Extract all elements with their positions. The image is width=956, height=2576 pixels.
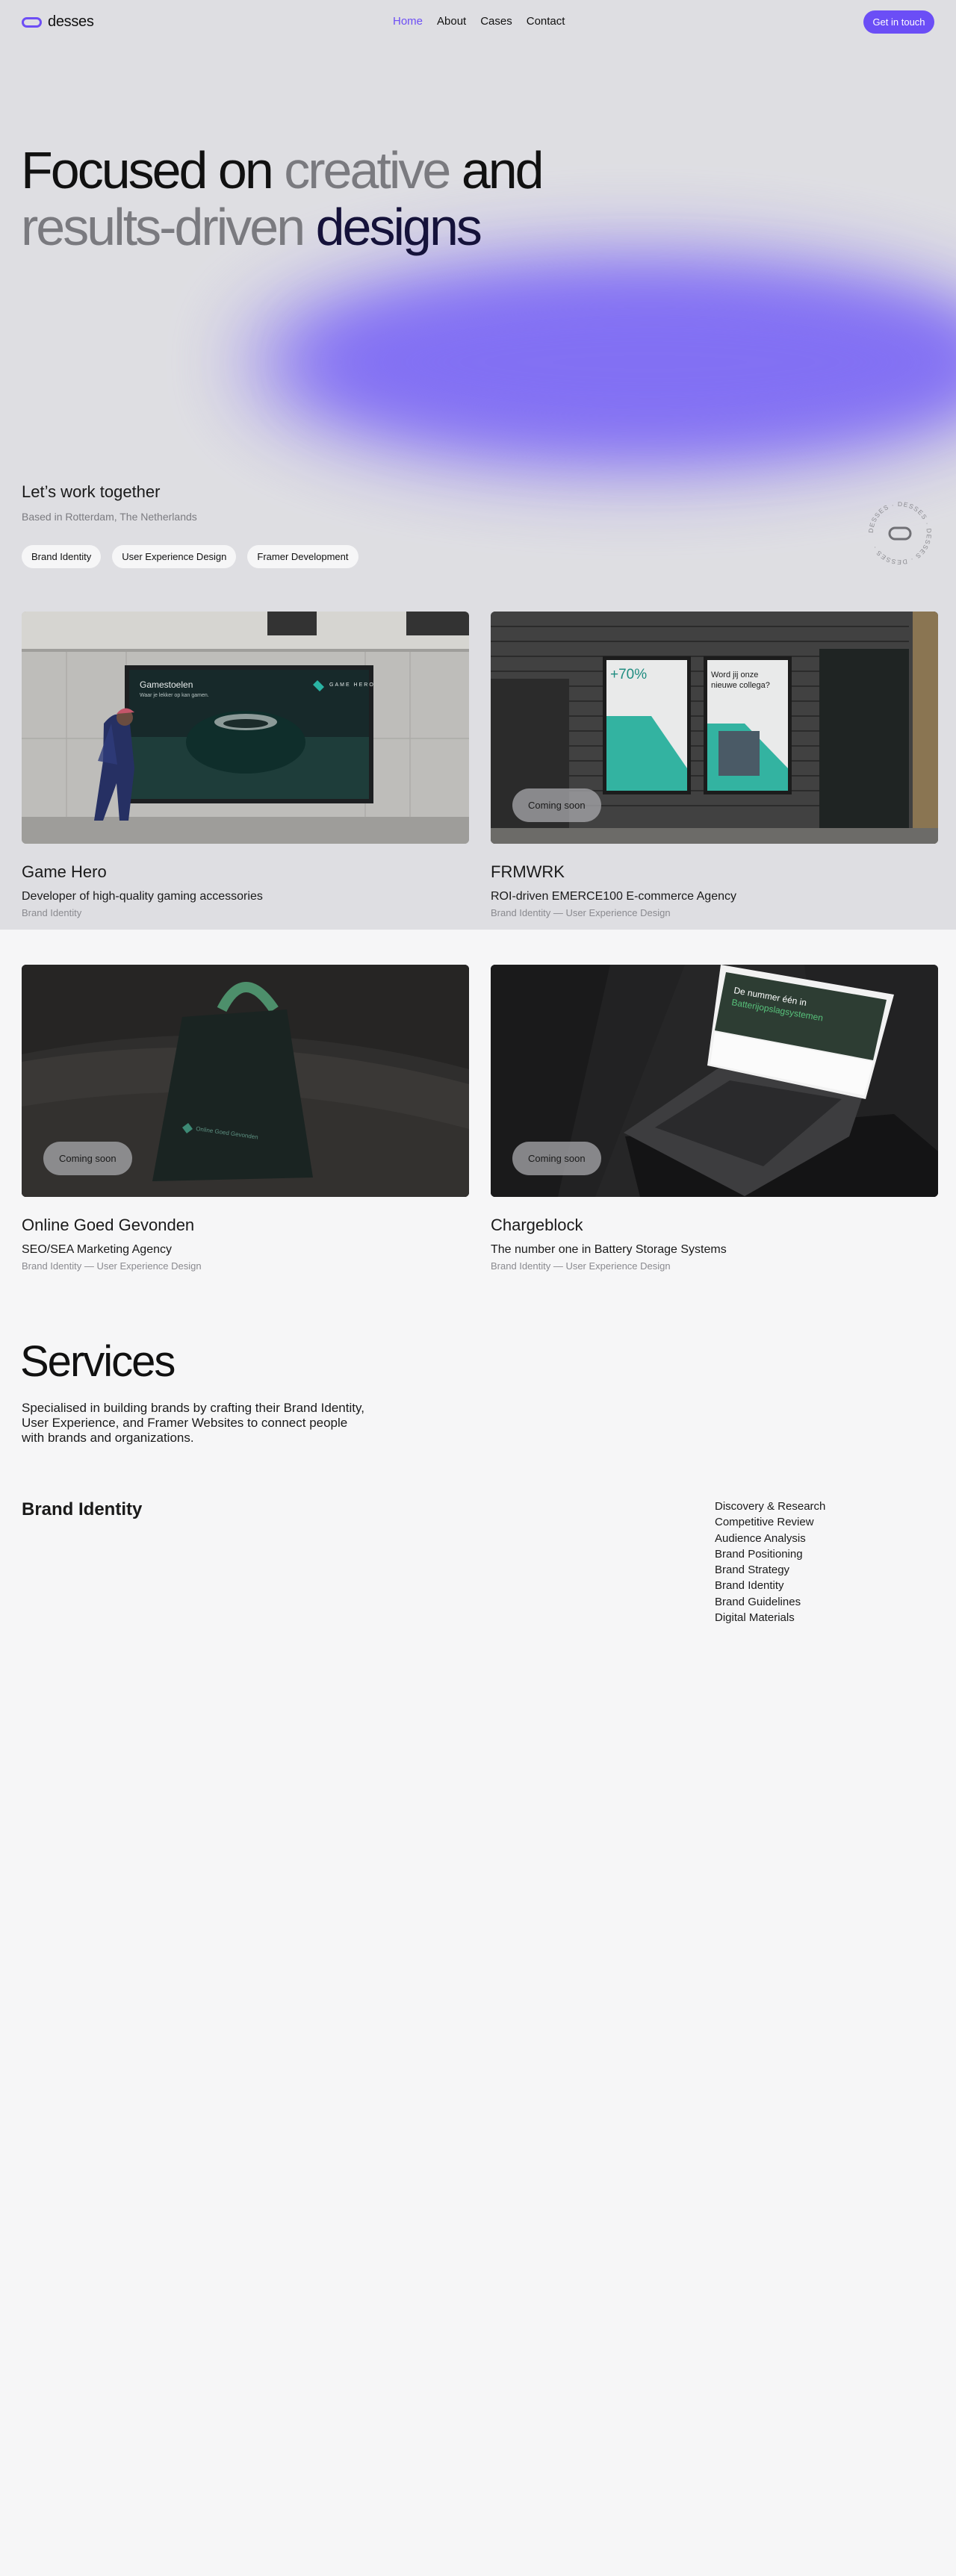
list-item: Discovery & Research — [715, 1500, 826, 1513]
logo-text: desses — [48, 13, 94, 30]
list-item: Brand Guidelines — [715, 1595, 801, 1608]
badge-logo-icon — [888, 526, 912, 541]
nav-link-cases[interactable]: Cases — [480, 15, 512, 28]
work-together-heading: Let’s work together — [22, 482, 161, 501]
nav-link-home[interactable]: Home — [393, 15, 423, 28]
logo[interactable]: desses — [22, 13, 94, 31]
project-image[interactable]: Gamestoelen Waar je lekker op kan gamen.… — [22, 612, 469, 844]
list-item: Brand Positioning — [715, 1547, 803, 1561]
service-tags: Brand Identity User Experience Design Fr… — [22, 545, 358, 568]
billboard-title: Gamestoelen — [140, 679, 193, 690]
project-card-chargeblock[interactable]: De nummer één in Batterijopslagsystemen … — [491, 965, 938, 1272]
tag-ux-design[interactable]: User Experience Design — [112, 545, 237, 568]
nav-link-about[interactable]: About — [437, 15, 466, 28]
list-item: Audience Analysis — [715, 1531, 806, 1545]
project-card-frmwrk[interactable]: +70% Word jij onze nieuwe collega? Coming… — [491, 612, 938, 918]
project-name[interactable]: Online Goed Gevonden — [22, 1216, 469, 1235]
billboard-scene: Gamestoelen Waar je lekker op kan gamen.… — [22, 612, 469, 844]
tag-brand-identity[interactable]: Brand Identity — [22, 545, 102, 568]
poster-stat: +70% — [610, 667, 647, 682]
hero-title-part: results-driven — [21, 198, 305, 256]
hero-title-part: designs — [315, 198, 482, 256]
coming-soon-badge: Coming soon — [512, 788, 601, 822]
hero-title: Focused on creative and results-driven d… — [21, 141, 544, 256]
get-in-touch-button[interactable]: Get in touch — [863, 10, 934, 34]
hero-section: desses Home About Cases Contact Get in t… — [0, 0, 956, 930]
nav-link-contact[interactable]: Contact — [527, 15, 565, 28]
project-category: Brand Identity — User Experience Design — [491, 1260, 671, 1272]
coming-soon-badge: Coming soon — [512, 1142, 601, 1175]
billboard-subtitle: Waar je lekker op kan gamen. — [140, 693, 209, 698]
project-image[interactable]: De nummer één in Batterijopslagsystemen … — [491, 965, 938, 1197]
project-description: SEO/SEA Marketing Agency — [22, 1243, 172, 1256]
project-card-game-hero[interactable]: Gamestoelen Waar je lekker op kan gamen.… — [22, 612, 469, 918]
list-item: Brand Identity — [715, 1579, 784, 1593]
hero-title-part: creative — [284, 141, 451, 199]
services-description: Specialised in building brands by crafti… — [22, 1401, 364, 1445]
project-category: Brand Identity — User Experience Design — [22, 1260, 202, 1272]
project-image[interactable]: Online Goed Gevonden Coming soon — [22, 965, 469, 1197]
project-category: Brand Identity — User Experience Design — [491, 907, 671, 918]
project-name[interactable]: FRMWRK — [491, 862, 938, 882]
service-category-heading: Brand Identity — [22, 1499, 143, 1519]
project-description: Developer of high-quality gaming accesso… — [22, 890, 263, 903]
coming-soon-badge: Coming soon — [43, 1142, 132, 1175]
list-item: Competitive Review — [715, 1516, 814, 1529]
list-item: Brand Strategy — [715, 1564, 790, 1577]
rotating-badge: DESSES · DESSES · DESSES · DESSES · — [867, 500, 933, 566]
badge-ring-text: DESSES · DESSES · DESSES · DESSES · — [867, 500, 933, 566]
location-text: Based in Rotterdam, The Netherlands — [22, 511, 197, 523]
billboard-brand: GAME HERO — [329, 682, 375, 688]
top-nav: desses Home About Cases Contact Get in t… — [0, 0, 956, 43]
hero-title-part: Focused on — [21, 141, 274, 199]
project-image[interactable]: +70% Word jij onze nieuwe collega? Coming… — [491, 612, 938, 844]
hero-title-part: and — [461, 141, 544, 199]
project-name[interactable]: Game Hero — [22, 862, 469, 882]
project-card-online-goed-gevonden[interactable]: Online Goed Gevonden Coming soon Online … — [22, 965, 469, 1272]
project-description: ROI-driven EMERCE100 E-commerce Agency — [491, 890, 736, 903]
project-description: The number one in Battery Storage System… — [491, 1243, 727, 1256]
service-list: Discovery & Research Competitive Review … — [715, 1499, 825, 1625]
hero-gradient-blob-core — [314, 284, 956, 441]
services-title: Services — [20, 1337, 176, 1386]
project-name[interactable]: Chargeblock — [491, 1216, 938, 1235]
list-item: Digital Materials — [715, 1611, 795, 1625]
logo-icon — [22, 16, 42, 28]
nav-links: Home About Cases Contact — [393, 15, 565, 28]
project-category: Brand Identity — [22, 907, 82, 918]
tag-framer-development[interactable]: Framer Development — [247, 545, 358, 568]
